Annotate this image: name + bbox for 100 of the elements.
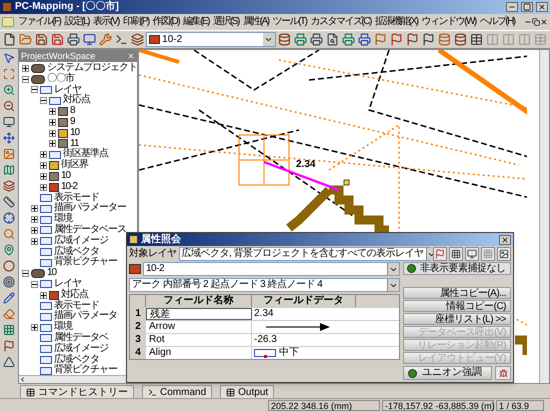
field-name[interactable]: Rot (146, 334, 252, 346)
scrollbar[interactable] (539, 50, 549, 383)
toggle-button[interactable]: 非表示要素捕捉なし (403, 262, 511, 275)
expand-toggle[interactable] (31, 324, 38, 332)
printer-icon[interactable] (340, 32, 356, 48)
tree-item[interactable]: 広域イメージ (54, 344, 108, 355)
target-icon[interactable] (1, 274, 17, 290)
field-name[interactable]: 残差 (146, 308, 252, 320)
tree-item[interactable]: 10 (47, 268, 56, 279)
tree-item[interactable]: 対応点 (61, 290, 88, 301)
dialog-button[interactable]: 座標リスト(L) >> (403, 313, 511, 325)
tree-item[interactable]: 表示モード (54, 192, 99, 204)
expand-toggle[interactable] (31, 238, 38, 245)
crosshair-icon[interactable] (1, 210, 17, 226)
tree-item[interactable]: レイヤ (54, 278, 81, 290)
tree-item[interactable]: 10 (61, 170, 70, 182)
search-icon[interactable] (1, 226, 17, 242)
layer-combo[interactable]: 10-2 (146, 32, 276, 47)
close-icon[interactable] (540, 18, 548, 26)
tree-item[interactable]: 〇〇市 (47, 74, 74, 85)
flag-icon[interactable] (388, 32, 404, 48)
menu-item[interactable]: カスタマイズ(C) (308, 16, 373, 28)
tree-item[interactable]: 9 (70, 116, 75, 128)
minimize-icon[interactable] (506, 2, 518, 12)
image-icon[interactable] (496, 247, 510, 261)
map-icon[interactable] (1, 162, 17, 178)
expand-toggle[interactable] (40, 162, 47, 170)
tree-item[interactable]: 10-2 (61, 182, 78, 193)
expand-toggle[interactable] (31, 216, 38, 224)
maximize-icon[interactable] (521, 2, 533, 12)
screen-icon[interactable] (464, 247, 478, 261)
close-icon[interactable] (536, 2, 548, 12)
file-icon[interactable] (2, 32, 18, 48)
panel-tab[interactable]: Output (220, 385, 274, 398)
menu-item[interactable]: 印刷(P) (120, 16, 151, 28)
expand-toggle[interactable] (49, 130, 56, 137)
ruler-icon[interactable] (1, 194, 17, 210)
menu-item[interactable]: 属性(A) (240, 16, 271, 28)
expand-toggle[interactable] (40, 172, 47, 180)
expand-toggle[interactable] (40, 292, 47, 299)
scroll-left-icon[interactable] (19, 376, 26, 383)
menu-item[interactable]: 表示(V) (91, 16, 121, 28)
save-icon[interactable] (50, 32, 66, 48)
table-icon[interactable] (468, 32, 484, 48)
collapse-toggle[interactable] (22, 270, 29, 278)
menu-item[interactable]: 作図(D) (150, 16, 182, 28)
panel-tab[interactable]: コマンドヒストリー (20, 385, 134, 398)
tree-item[interactable]: 街区界 (61, 160, 88, 171)
menu-item[interactable]: 設定(L) (62, 16, 92, 28)
flag-icon[interactable] (404, 32, 420, 48)
tree-item[interactable]: 環境 (54, 322, 72, 333)
zoom-out-icon[interactable] (1, 98, 17, 114)
target-layer-combo[interactable]: 広域ベクタ, 背景プロジェクトを含むすべての表示レイヤ (178, 247, 430, 261)
eraser-icon[interactable] (1, 306, 17, 322)
move-icon[interactable] (1, 130, 17, 146)
file-search-icon[interactable] (324, 32, 340, 48)
dialog-button[interactable]: 属性コピー(A)... (403, 287, 511, 299)
bug-icon[interactable] (495, 366, 511, 380)
zoom-in-icon[interactable] (1, 82, 17, 98)
tree-item[interactable]: 表示モード (54, 300, 99, 312)
printer-icon[interactable] (308, 32, 324, 48)
collapse-toggle[interactable] (40, 97, 47, 104)
printer-icon[interactable] (356, 32, 372, 48)
triangle-icon[interactable] (1, 354, 17, 370)
tree-item[interactable]: 10 (70, 128, 80, 139)
menu-item[interactable]: ヘルプ(H) (478, 16, 517, 28)
flag-icon[interactable] (432, 247, 446, 261)
collapse-toggle[interactable] (31, 86, 38, 94)
element-combo[interactable]: アーク 内部番号 2 起点ノード 3 終点ノード 4 (129, 278, 400, 292)
field-name[interactable]: Align (146, 347, 252, 359)
tree-item[interactable]: 広域イメージ (54, 236, 108, 247)
printer-icon[interactable] (66, 32, 82, 48)
save-icon[interactable] (34, 32, 50, 48)
menu-item[interactable]: ファイル(F) (16, 16, 62, 28)
screen-icon[interactable] (1, 114, 17, 130)
tree-item[interactable]: 属性データベース (54, 224, 126, 236)
screen-icon[interactable] (82, 32, 98, 48)
pencil-icon[interactable] (1, 290, 17, 306)
expand-toggle[interactable] (49, 118, 56, 126)
menu-item[interactable]: 選択(S) (210, 16, 241, 28)
collapse-toggle[interactable] (31, 280, 38, 288)
tree-item[interactable]: 8 (70, 106, 75, 117)
menu-item[interactable]: 拡張機能(X) (372, 16, 420, 28)
tree-item[interactable]: 属性データベ (54, 332, 108, 344)
expand-toggle[interactable] (49, 140, 56, 148)
expand-toggle[interactable] (40, 184, 47, 191)
tree-item[interactable]: 背景ピクチャー (54, 365, 117, 375)
expand-toggle[interactable] (31, 226, 38, 234)
menu-item[interactable]: ウィンドウ(W) (420, 16, 478, 28)
panel-tab[interactable]: Command (142, 385, 212, 398)
tree-item[interactable]: 背景ピクチャー (54, 257, 117, 268)
tree-item[interactable]: 街区基準点 (63, 149, 108, 160)
circle-icon[interactable] (1, 258, 17, 274)
menu-item[interactable]: ツール(T) (270, 16, 308, 28)
frame-icon[interactable] (1, 66, 17, 82)
expand-toggle[interactable] (22, 64, 29, 72)
tree-item[interactable]: 11 (70, 138, 78, 150)
union-button[interactable]: ユニオン強調 (403, 366, 492, 380)
layers-icon[interactable] (130, 32, 146, 48)
expand-toggle[interactable] (49, 108, 56, 116)
